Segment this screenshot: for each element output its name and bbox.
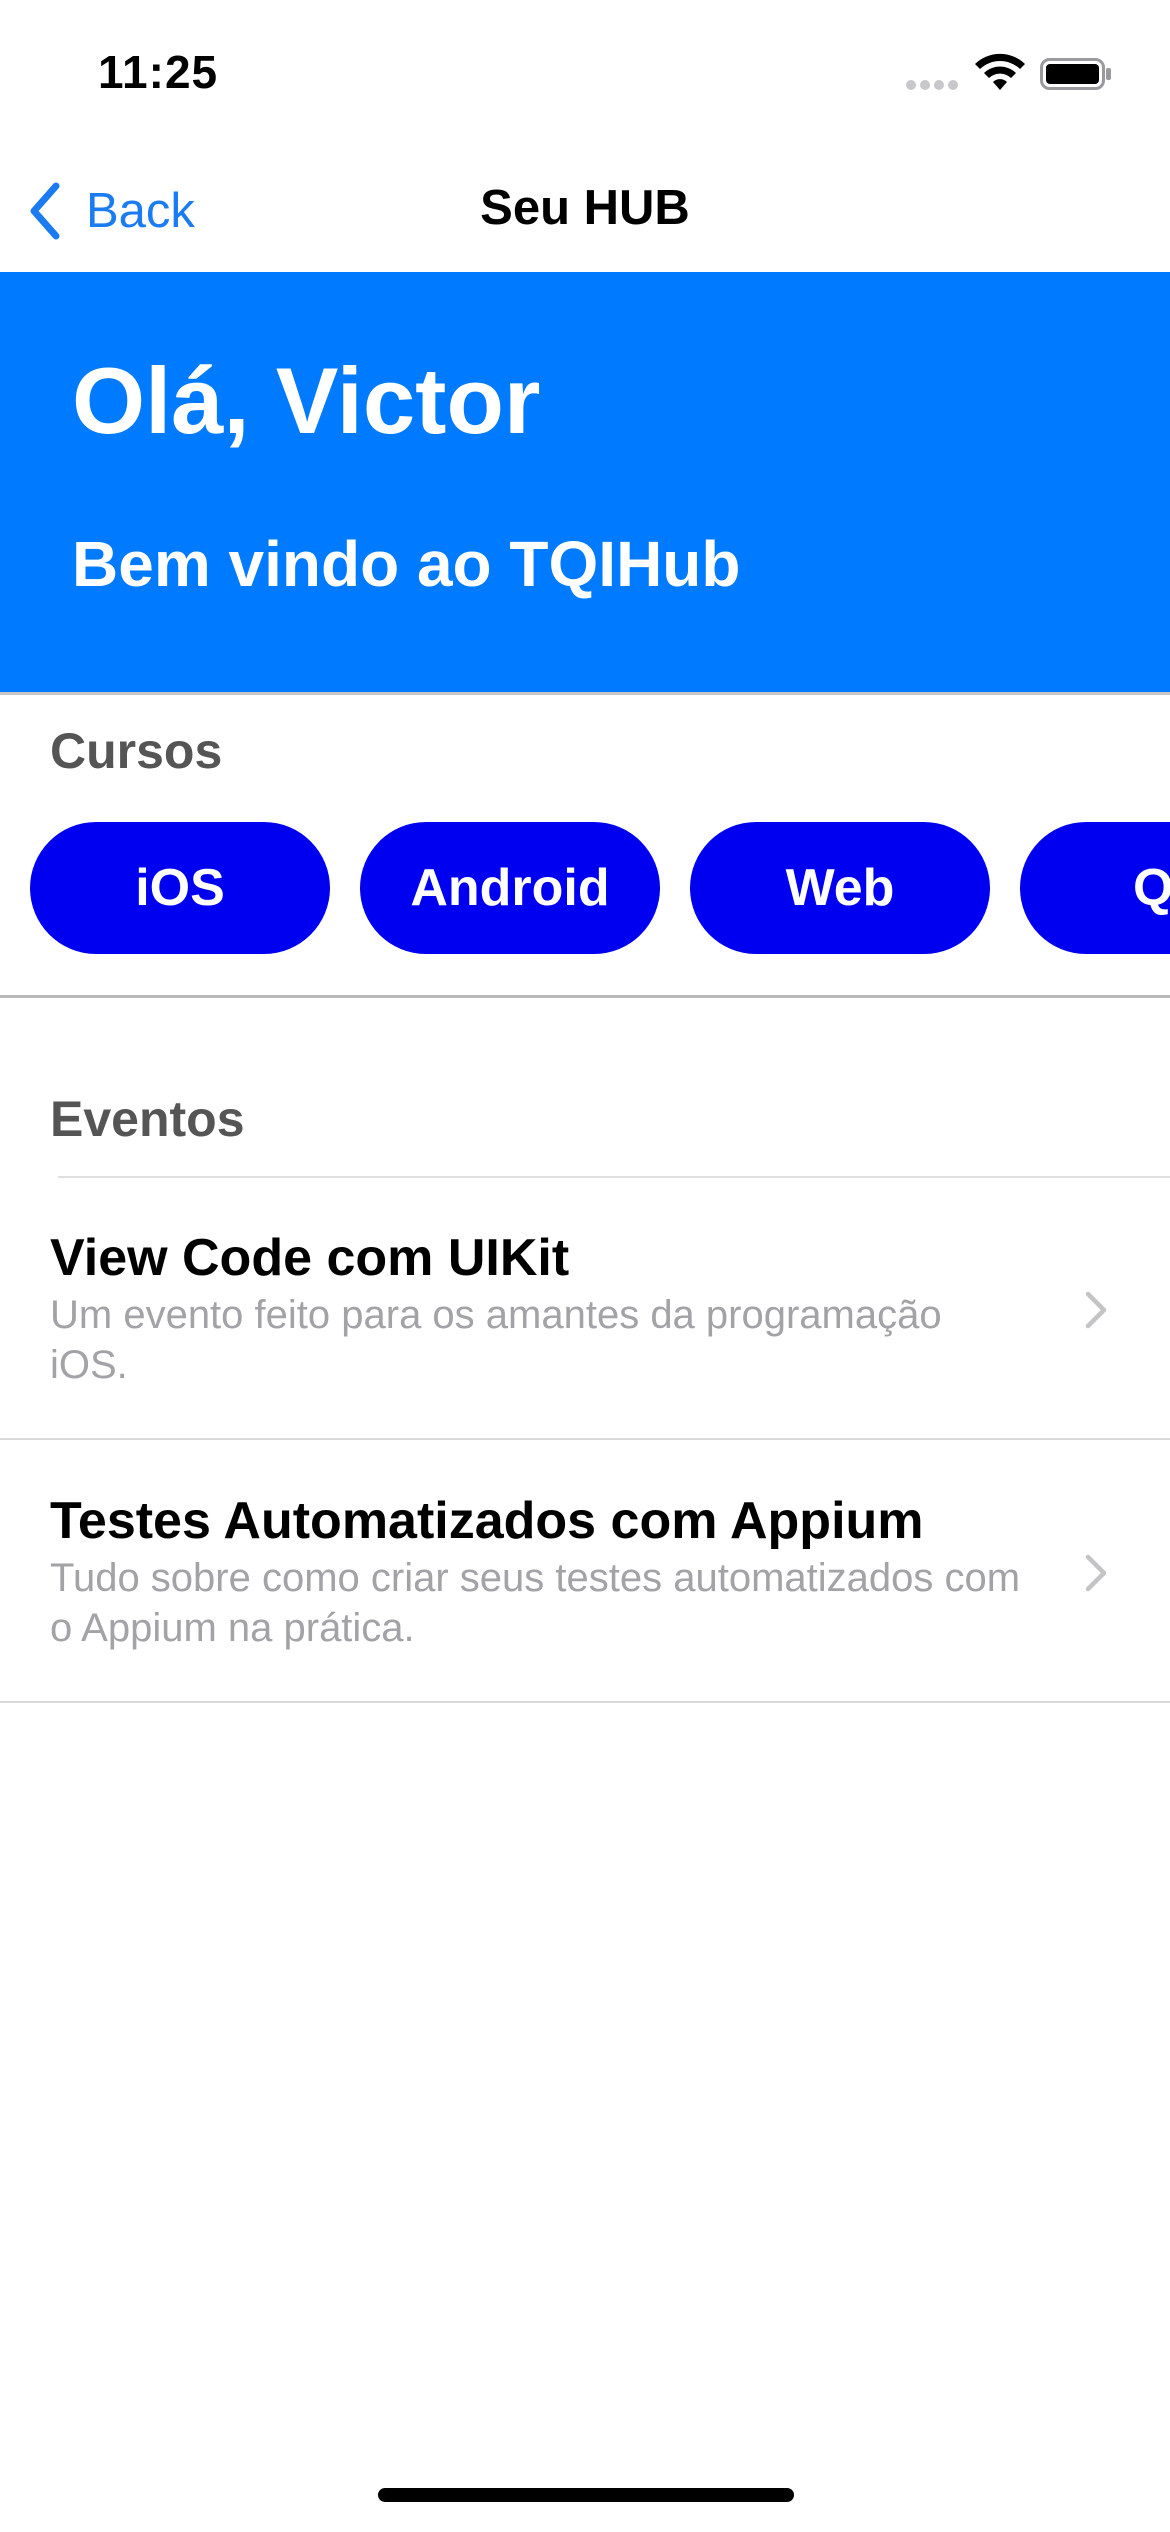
status-time: 11:25 — [98, 46, 219, 98]
greeting-subtitle: Bem vindo ao TQIHub — [72, 528, 741, 600]
greeting-title: Olá, Victor — [72, 348, 541, 453]
event-row[interactable]: View Code com UIKit Um evento feito para… — [0, 1178, 1170, 1440]
home-indicator[interactable] — [378, 2488, 794, 2502]
row-separator — [0, 1438, 1170, 1440]
events-section-title: Eventos — [50, 1091, 245, 1147]
chevron-right-icon — [1085, 1291, 1107, 1329]
greeting-header: Olá, Victor Bem vindo ao TQIHub — [0, 272, 1170, 692]
course-chip-partial[interactable]: Q — [1020, 822, 1170, 954]
status-bar: 11:25 — [0, 0, 1170, 150]
course-chip-android[interactable]: Android — [360, 822, 660, 954]
event-row[interactable]: Testes Automatizados com Appium Tudo sob… — [0, 1441, 1170, 1703]
cellular-signal-icon — [906, 80, 960, 92]
courses-section-title: Cursos — [50, 723, 223, 779]
page-title: Seu HUB — [480, 181, 690, 235]
event-title: Testes Automatizados com Appium — [50, 1492, 924, 1550]
wifi-icon — [975, 53, 1025, 90]
navigation-bar: Back Seu HUB — [0, 150, 1170, 272]
course-chip-web[interactable]: Web — [690, 822, 990, 954]
courses-carousel[interactable]: iOS Android Web Q — [0, 822, 1170, 956]
event-title: View Code com UIKit — [50, 1229, 570, 1287]
event-description: Tudo sobre como criar seus testes automa… — [50, 1556, 1021, 1650]
course-chip-ios[interactable]: iOS — [30, 822, 330, 954]
event-description: Um evento feito para os amantes da progr… — [50, 1293, 942, 1387]
courses-divider — [0, 995, 1170, 998]
battery-icon — [1040, 58, 1111, 90]
header-divider — [0, 692, 1170, 695]
row-separator — [0, 1701, 1170, 1703]
chevron-right-icon — [1085, 1554, 1107, 1592]
